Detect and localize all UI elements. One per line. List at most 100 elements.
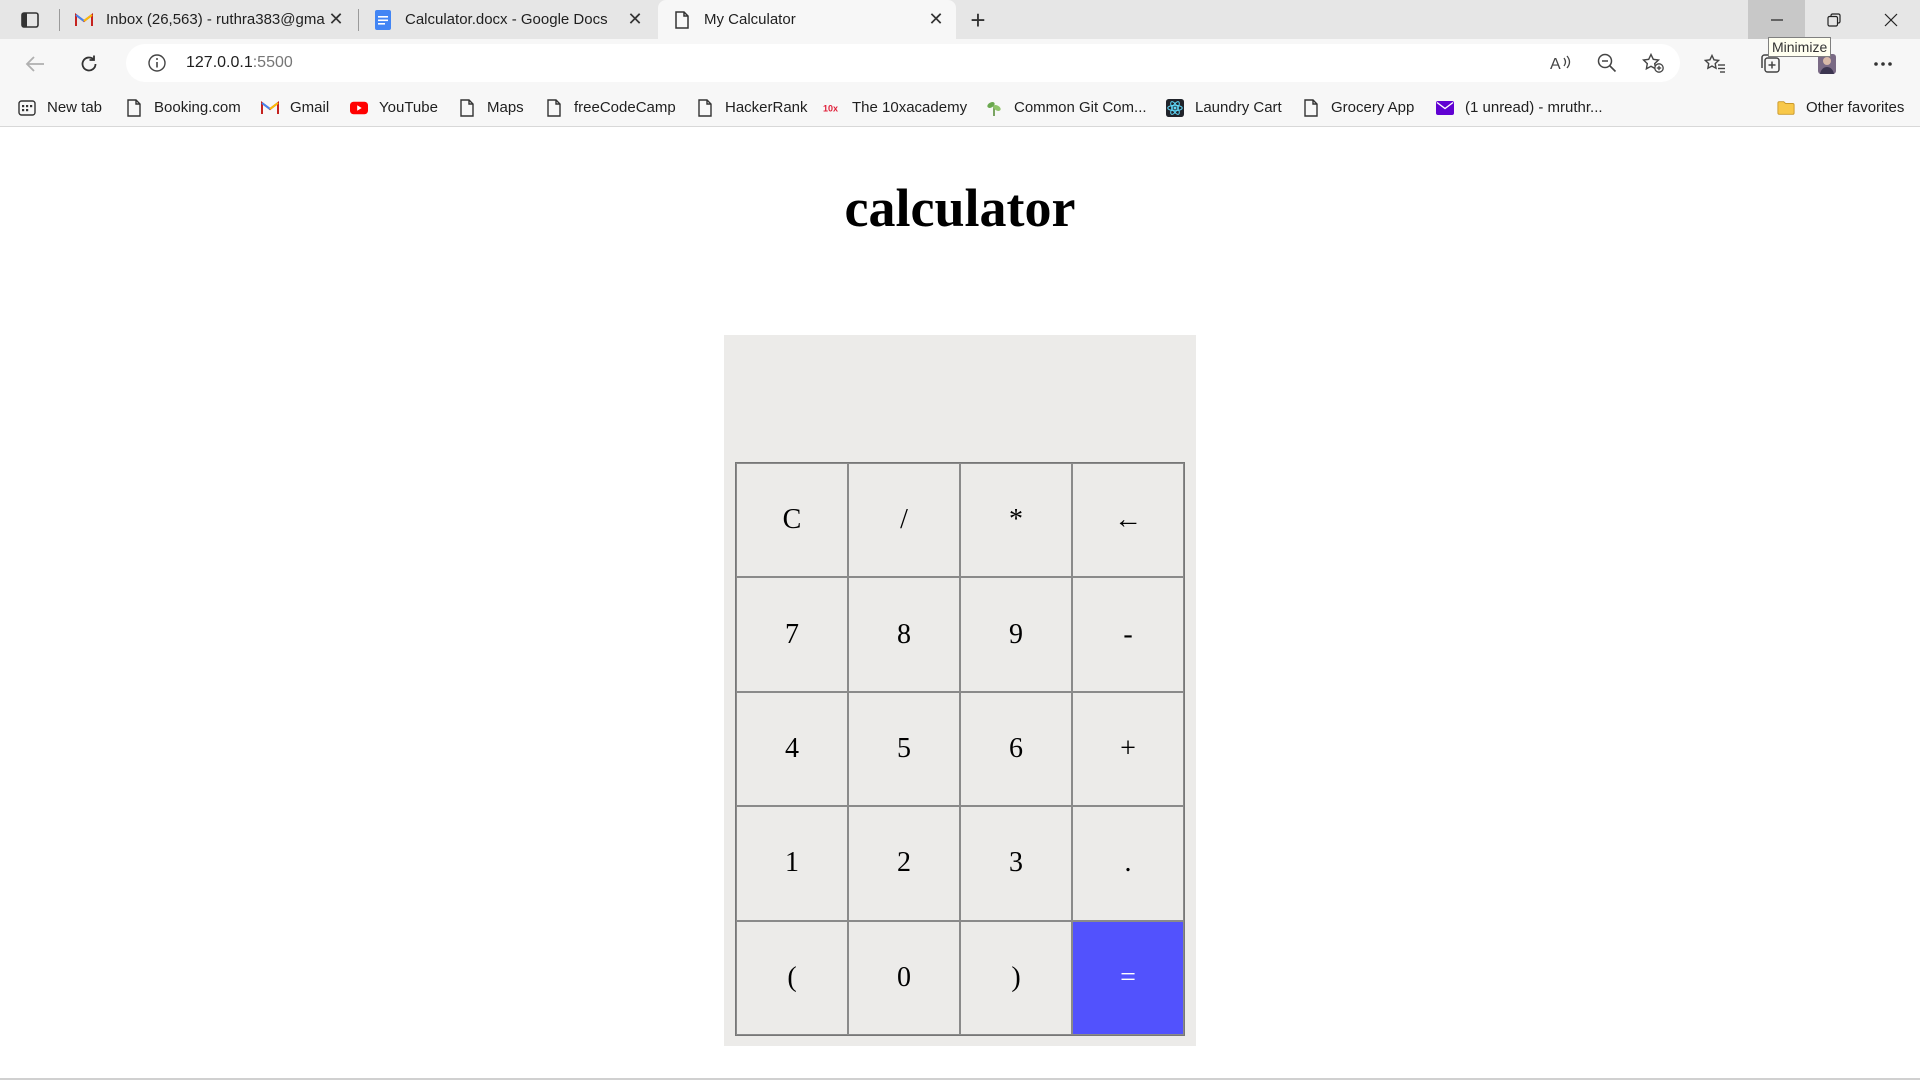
digit-4-button[interactable]: 4 bbox=[736, 691, 848, 807]
bookmark-laundry-cart[interactable]: Laundry Cart bbox=[1166, 89, 1282, 126]
close-icon bbox=[1884, 13, 1897, 26]
page-icon bbox=[125, 98, 143, 117]
bookmarks-bar: New tab Booking.com Gmail YouTube Maps f… bbox=[0, 89, 1920, 127]
keypad: C / * ← 7 8 9 - 4 5 6 + 1 2 3 . ( 0 ) = bbox=[735, 462, 1185, 1036]
add-button[interactable]: + bbox=[1072, 691, 1184, 807]
calculator: C / * ← 7 8 9 - 4 5 6 + 1 2 3 . ( 0 ) = bbox=[724, 335, 1196, 1046]
tab-title: Inbox (26,563) - ruthra383@gma bbox=[106, 11, 325, 28]
info-icon[interactable] bbox=[146, 52, 168, 74]
refresh-icon bbox=[81, 55, 97, 72]
new-tab-icon bbox=[18, 99, 36, 117]
tab-inbox[interactable]: Inbox (26,563) - ruthra383@gma ✕ bbox=[60, 0, 356, 39]
minimize-button[interactable] bbox=[1748, 0, 1805, 39]
bookmark-maps[interactable]: Maps bbox=[458, 89, 524, 126]
clear-button[interactable]: C bbox=[736, 463, 848, 578]
multiply-button[interactable]: * bbox=[960, 463, 1072, 578]
url-text[interactable]: 127.0.0.1:5500 bbox=[186, 54, 293, 72]
page-icon bbox=[1302, 98, 1320, 117]
digit-6-button[interactable]: 6 bbox=[960, 691, 1072, 807]
calculator-display bbox=[735, 345, 1185, 455]
plant-icon bbox=[985, 99, 1003, 117]
tab-my-calculator[interactable]: My Calculator ✕ bbox=[658, 0, 956, 39]
equals-button[interactable]: = bbox=[1072, 920, 1184, 1035]
bookmark-freecodecamp[interactable]: freeCodeCamp bbox=[545, 89, 676, 126]
refresh-button[interactable] bbox=[74, 49, 104, 79]
page-icon bbox=[672, 10, 692, 30]
page-title: calculator bbox=[844, 178, 1076, 238]
bookmark-gmail[interactable]: Gmail bbox=[261, 89, 329, 126]
youtube-icon bbox=[350, 99, 368, 117]
bookmark-label: Common Git Com... bbox=[1014, 99, 1147, 116]
bookmark-common-git[interactable]: Common Git Com... bbox=[985, 89, 1147, 126]
more-dots-icon bbox=[1874, 62, 1892, 66]
url-port: :5500 bbox=[252, 54, 293, 71]
open-paren-button[interactable]: ( bbox=[736, 920, 848, 1035]
digit-5-button[interactable]: 5 bbox=[848, 691, 960, 807]
react-icon bbox=[1166, 98, 1184, 117]
tab-actions-icon[interactable] bbox=[14, 8, 46, 32]
bookmark-youtube[interactable]: YouTube bbox=[350, 89, 438, 126]
digit-3-button[interactable]: 3 bbox=[960, 806, 1072, 921]
back-button[interactable] bbox=[20, 49, 50, 79]
gmail-icon bbox=[74, 10, 94, 30]
svg-text:A: A bbox=[1550, 56, 1561, 72]
bookmark-10xacademy[interactable]: 10x The 10xacademy bbox=[823, 89, 967, 126]
bookmark-label: Booking.com bbox=[154, 99, 241, 116]
divide-button[interactable]: / bbox=[848, 463, 960, 578]
bookmark-label: (1 unread) - mruthr... bbox=[1465, 99, 1603, 116]
page-icon bbox=[545, 98, 563, 117]
bookmark-label: YouTube bbox=[379, 99, 438, 116]
digit-1-button[interactable]: 1 bbox=[736, 806, 848, 921]
page-viewport: calculator C / * ← 7 8 9 - 4 5 6 + 1 2 3… bbox=[0, 127, 1920, 1080]
minimize-tooltip: Minimize bbox=[1768, 37, 1832, 57]
digit-9-button[interactable]: 9 bbox=[960, 577, 1072, 692]
10x-icon: 10x bbox=[823, 99, 841, 117]
new-tab-button[interactable]: + bbox=[964, 5, 992, 35]
bookmark-label: Laundry Cart bbox=[1195, 99, 1282, 116]
bookmark-grocery-app[interactable]: Grocery App bbox=[1302, 89, 1414, 126]
restore-button[interactable] bbox=[1805, 0, 1862, 39]
minimize-icon bbox=[1770, 18, 1783, 21]
google-docs-icon bbox=[373, 9, 393, 30]
bookmark-hackerrank[interactable]: HackerRank bbox=[696, 89, 808, 126]
favorites-icon bbox=[1704, 54, 1725, 73]
tab-close-icon[interactable]: ✕ bbox=[326, 9, 346, 30]
gmail-icon bbox=[261, 99, 279, 117]
bookmark-label: Other favorites bbox=[1806, 99, 1905, 116]
subtract-button[interactable]: - bbox=[1072, 577, 1184, 692]
other-favorites-folder[interactable]: Other favorites bbox=[1777, 89, 1904, 126]
bookmark-label: The 10xacademy bbox=[852, 99, 968, 116]
bookmark-label: New tab bbox=[47, 99, 103, 116]
tab-title: Calculator.docx - Google Docs bbox=[405, 11, 608, 28]
bookmark-new-tab[interactable]: New tab bbox=[18, 89, 102, 126]
digit-2-button[interactable]: 2 bbox=[848, 806, 960, 921]
tab-close-icon[interactable]: ✕ bbox=[625, 9, 645, 30]
bookmark-label: Maps bbox=[487, 99, 524, 116]
favorites-button[interactable] bbox=[1700, 49, 1730, 79]
digit-8-button[interactable]: 8 bbox=[848, 577, 960, 692]
more-menu-button[interactable] bbox=[1868, 49, 1898, 79]
tab-strip: Inbox (26,563) - ruthra383@gma ✕ Calcula… bbox=[0, 0, 1920, 39]
zoom-out-icon[interactable] bbox=[1592, 48, 1622, 78]
digit-0-button[interactable]: 0 bbox=[848, 920, 960, 1035]
address-bar[interactable]: 127.0.0.1:5500 A bbox=[126, 44, 1680, 82]
tab-google-docs[interactable]: Calculator.docx - Google Docs ✕ bbox=[359, 0, 655, 39]
bookmark-label: Gmail bbox=[290, 99, 330, 116]
bookmark-label: HackerRank bbox=[725, 99, 808, 116]
backspace-button[interactable]: ← bbox=[1072, 463, 1184, 578]
url-host: 127.0.0.1 bbox=[186, 54, 253, 71]
page-icon bbox=[458, 98, 476, 117]
bookmark-label: freeCodeCamp bbox=[574, 99, 676, 116]
bookmark-booking[interactable]: Booking.com bbox=[125, 89, 241, 126]
toolbar: 127.0.0.1:5500 A bbox=[0, 39, 1920, 89]
decimal-button[interactable]: . bbox=[1072, 806, 1184, 921]
read-aloud-icon[interactable]: A bbox=[1546, 48, 1576, 78]
bookmark-yahoo-mail[interactable]: (1 unread) - mruthr... bbox=[1436, 89, 1603, 126]
close-window-button[interactable] bbox=[1862, 0, 1919, 39]
close-paren-button[interactable]: ) bbox=[960, 920, 1072, 1035]
back-arrow-icon bbox=[25, 56, 44, 72]
tab-close-icon[interactable]: ✕ bbox=[926, 9, 946, 30]
digit-7-button[interactable]: 7 bbox=[736, 577, 848, 692]
restore-icon bbox=[1826, 12, 1841, 27]
add-favorite-icon[interactable] bbox=[1638, 48, 1668, 78]
